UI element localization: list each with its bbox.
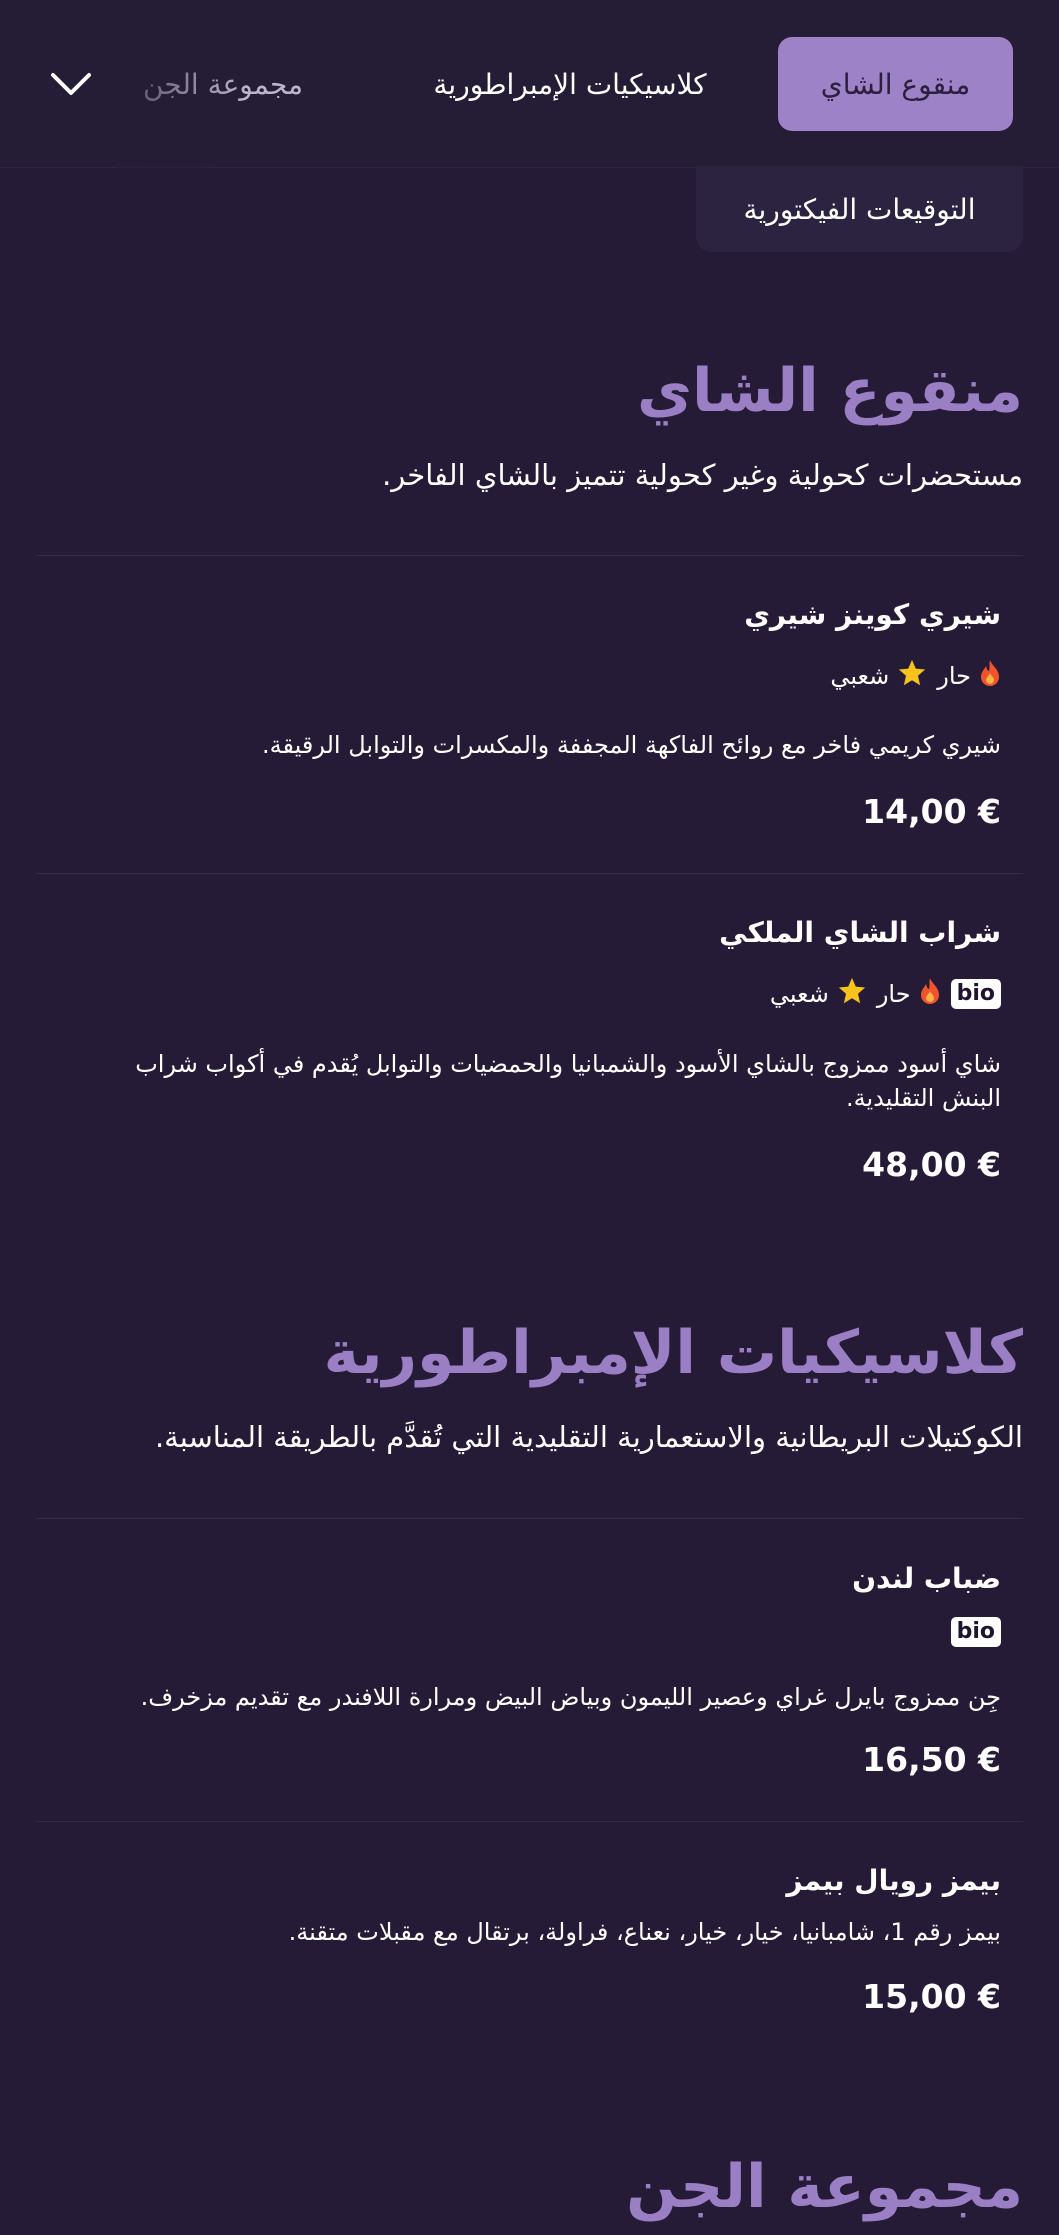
menu-item-description: شيري كريمي فاخر مع روائح الفاكهة المجففة… <box>262 731 1001 759</box>
category-nav: منقوع الشاي كلاسيكيات الإمبراطورية مجموع… <box>0 0 1059 168</box>
tag-label: شعبي <box>830 662 890 690</box>
tag-label: حار <box>876 980 911 1008</box>
menu-item-name: بيمز رويال بيمز <box>786 1864 1001 1897</box>
divider <box>36 1821 1023 1822</box>
tag-hot: حار <box>877 977 941 1011</box>
tab-gin-collection[interactable]: مجموعة الجن <box>118 37 328 131</box>
menu-item-name: شراب الشاي الملكي <box>719 916 1001 949</box>
tag-hot: حار <box>937 659 1001 693</box>
divider <box>36 873 1023 874</box>
star-icon <box>837 976 867 1012</box>
divider <box>36 555 1023 556</box>
section-description: الكوكتيلات البريطانية والاستعمارية التقل… <box>154 1420 1023 1454</box>
menu-item-description: جِن ممزوج بايرل غراي وعصير الليمون وبياض… <box>140 1683 1001 1711</box>
star-icon <box>897 658 927 694</box>
tag-bio: bio <box>950 979 1001 1009</box>
menu-item-price: 16,50 € <box>862 1740 1001 1779</box>
menu-item-name: شيري كوينز شيري <box>744 598 1001 631</box>
tag-bio: bio <box>950 1617 1001 1647</box>
flame-icon <box>919 977 941 1011</box>
menu-item-price: 48,00 € <box>862 1145 1001 1184</box>
menu-item-description: شاي أسود ممزوج بالشاي الأسود والشمبانيا … <box>135 1050 1001 1112</box>
flame-icon <box>979 659 1001 693</box>
tag-label: حار <box>937 662 971 690</box>
tag-popular: شعبي <box>830 658 927 694</box>
menu-item-description: بيمز رقم 1، شامبانيا، خيار، خيار، نعناع،… <box>288 1918 1001 1946</box>
menu-item-tags: bio <box>950 1614 1001 1650</box>
tag-popular: شعبي <box>770 976 867 1012</box>
menu-item-tags: bio حار شعبي <box>770 976 1001 1012</box>
tab-tea-infusions[interactable]: منقوع الشاي <box>778 37 1013 131</box>
section-description: مستحضرات كحولية وغير كحولية تتميز بالشاي… <box>382 458 1023 492</box>
chevron-down-icon[interactable] <box>46 62 96 106</box>
tab-imperial-classics[interactable]: كلاسيكيات الإمبراطورية <box>400 37 740 131</box>
divider <box>36 1518 1023 1519</box>
section-title: مجموعة الجن <box>626 2152 1023 2222</box>
menu-item-tags: حار شعبي <box>830 658 1001 694</box>
section-title: منقوع الشاي <box>637 356 1023 426</box>
section-title: كلاسيكيات الإمبراطورية <box>323 1318 1023 1388</box>
menu-item-name: ضباب لندن <box>852 1562 1001 1595</box>
bio-badge: bio <box>950 979 1001 1009</box>
dropdown-item-victorian-signatures[interactable]: التوقيعات الفيكتورية <box>696 166 1023 252</box>
tag-label: شعبي <box>769 980 829 1008</box>
bio-badge: bio <box>950 1617 1001 1647</box>
menu-item-price: 14,00 € <box>862 792 1001 831</box>
menu-item-price: 15,00 € <box>862 1977 1001 2016</box>
